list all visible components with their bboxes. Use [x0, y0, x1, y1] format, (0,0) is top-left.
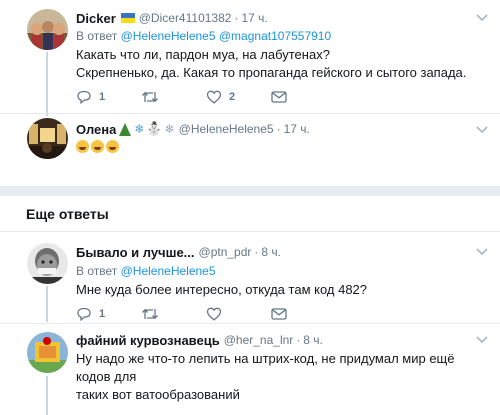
- reply-count: 1: [99, 308, 106, 320]
- mention-link[interactable]: @HeleneHelene5: [121, 29, 216, 43]
- chevron-down-icon[interactable]: [474, 246, 490, 258]
- avatar[interactable]: [27, 9, 68, 50]
- tears-of-joy-emoji-icon: [91, 140, 104, 153]
- author-name[interactable]: Олена: [76, 122, 116, 137]
- tweet-text: Ну надо же что-то лепить на штрих-код, н…: [76, 351, 455, 402]
- tweet-text: [76, 140, 486, 153]
- retweet-icon: [142, 91, 158, 103]
- snowflake-icon: ❄: [164, 122, 175, 136]
- direct-message-button[interactable]: [271, 308, 311, 320]
- separator-dot: ·: [234, 11, 239, 25]
- reply-icon: [77, 307, 91, 321]
- laughing-emoji-group: [76, 140, 486, 153]
- thread-connector: [46, 286, 48, 322]
- tweet-dicker[interactable]: Dicker @Dicer41101382 · 17 ч. В ответ @H…: [0, 0, 500, 116]
- retweet-button[interactable]: [141, 90, 206, 104]
- reply-button[interactable]: 1: [76, 90, 141, 104]
- separator-dot: ·: [296, 333, 301, 347]
- chevron-down-icon[interactable]: [474, 334, 490, 346]
- ukraine-flag-icon: [120, 13, 135, 23]
- reply-count: 1: [99, 91, 106, 103]
- tweet-actions: 1 2: [76, 90, 311, 104]
- thread-connector: [46, 376, 48, 415]
- christmas-tree-icon: [119, 122, 132, 136]
- avatar[interactable]: [27, 332, 68, 373]
- envelope-icon: [271, 308, 287, 320]
- tears-of-joy-emoji-icon: [106, 140, 119, 153]
- tweet-header: Бывало и лучше... @ptn_pdr · 8 ч.: [76, 244, 281, 260]
- author-handle[interactable]: @Dicer41101382: [139, 11, 232, 25]
- separator-dot: ·: [276, 122, 281, 136]
- chevron-down-icon[interactable]: [474, 124, 490, 136]
- heart-icon: [206, 307, 222, 321]
- section-gap: [0, 186, 500, 196]
- tweet-actions: 1: [76, 307, 311, 321]
- author-handle[interactable]: @ptn_pdr: [199, 245, 252, 259]
- author-name[interactable]: файний курвознавець: [76, 333, 220, 348]
- tweet-text: Мне куда более интересно, откуда там код…: [76, 282, 368, 297]
- timestamp[interactable]: 17 ч.: [284, 122, 310, 136]
- envelope-icon: [271, 91, 287, 103]
- tweet-header: Олена ❄ ⛄ ❄ @HeleneHelene5 · 17 ч.: [76, 121, 310, 137]
- snowflake-icon: ❄: [134, 122, 145, 136]
- author-handle[interactable]: @HeleneHelene5: [179, 122, 274, 136]
- avatar[interactable]: [27, 118, 68, 159]
- tears-of-joy-emoji-icon: [76, 140, 89, 153]
- reply-button[interactable]: 1: [76, 307, 141, 321]
- mention-link[interactable]: @magnat107557910: [219, 29, 331, 43]
- tweet-text: Какать что ли, пардон муа, на лабутенах?…: [76, 47, 467, 80]
- timestamp[interactable]: 8 ч.: [303, 333, 323, 347]
- timestamp[interactable]: 17 ч.: [241, 11, 267, 25]
- author-handle[interactable]: @her_na_lnr: [224, 333, 294, 347]
- retweet-button[interactable]: [141, 307, 206, 321]
- tweet-faynyy[interactable]: файний курвознавець @her_na_lnr · 8 ч. Н…: [0, 324, 500, 415]
- like-button[interactable]: 2: [206, 90, 271, 104]
- mention-link[interactable]: @HeleneHelene5: [121, 264, 216, 278]
- tweet-header: Dicker @Dicer41101382 · 17 ч.: [76, 10, 268, 26]
- tweet-header: файний курвознавець @her_na_lnr · 8 ч.: [76, 332, 323, 348]
- retweet-icon: [142, 308, 158, 320]
- like-button[interactable]: [206, 307, 271, 321]
- avatar[interactable]: [27, 243, 68, 284]
- reply-context: В ответ @HeleneHelene5: [76, 264, 216, 278]
- reply-icon: [77, 90, 91, 104]
- heart-icon: [206, 90, 222, 104]
- timestamp[interactable]: 8 ч.: [261, 245, 281, 259]
- more-replies-heading: Еще ответы: [26, 206, 109, 222]
- chevron-down-icon[interactable]: [474, 12, 490, 24]
- reply-context: В ответ @HeleneHelene5 @magnat107557910: [76, 29, 332, 43]
- thread-connector: [46, 52, 48, 116]
- separator-dot: ·: [254, 245, 259, 259]
- direct-message-button[interactable]: [271, 91, 311, 103]
- tweet-olena[interactable]: Олена ❄ ⛄ ❄ @HeleneHelene5 · 17 ч.: [0, 114, 500, 186]
- author-name[interactable]: Бывало и лучше...: [76, 245, 195, 260]
- tweet-byvalo[interactable]: Бывало и лучше... @ptn_pdr · 8 ч. В отве…: [0, 232, 500, 326]
- like-count: 2: [229, 91, 236, 103]
- snowman-icon: ⛄: [146, 121, 163, 137]
- author-name[interactable]: Dicker: [76, 11, 116, 26]
